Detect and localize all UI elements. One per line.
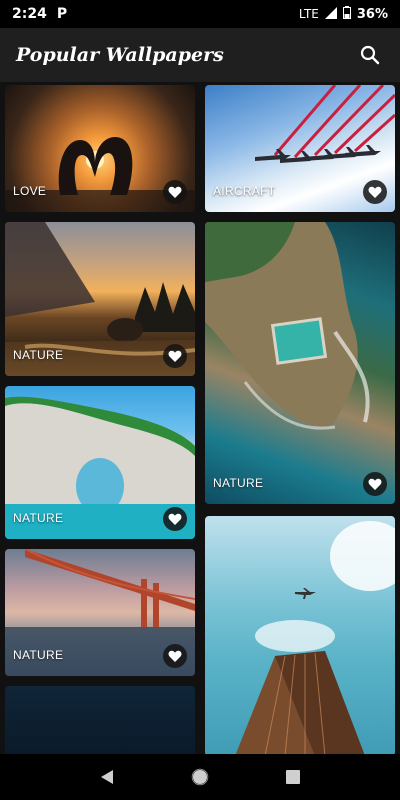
heart-icon bbox=[168, 513, 182, 525]
recents-button[interactable] bbox=[278, 762, 308, 792]
wallpaper-label: NATURE bbox=[213, 476, 264, 490]
status-bar: 2:24 P LTE 36% bbox=[0, 0, 400, 28]
wallpaper-label: NATURE bbox=[13, 511, 64, 525]
back-triangle-icon bbox=[100, 770, 113, 784]
status-right-group: LTE 36% bbox=[299, 6, 388, 22]
wallpaper-tile-dark[interactable] bbox=[5, 686, 195, 754]
heart-icon bbox=[168, 350, 182, 362]
wallpaper-label: LOVE bbox=[13, 184, 47, 198]
favorite-button[interactable] bbox=[163, 180, 187, 204]
signal-icon bbox=[324, 6, 337, 22]
favorite-button[interactable] bbox=[163, 344, 187, 368]
wallpaper-tile-nature-arch[interactable]: NATURE bbox=[5, 386, 195, 539]
heart-icon bbox=[368, 186, 382, 198]
building-image bbox=[235, 521, 395, 754]
wallpaper-tile-aircraft[interactable]: AIRCRAFT bbox=[205, 85, 395, 212]
nature-coast-image bbox=[205, 222, 370, 430]
search-button[interactable] bbox=[356, 41, 384, 69]
back-button[interactable] bbox=[92, 762, 122, 792]
page-title: Popular Wallpapers bbox=[16, 44, 224, 66]
favorite-button[interactable] bbox=[363, 472, 387, 496]
wallpaper-tile-nature-coast[interactable]: NATURE bbox=[205, 222, 395, 504]
wallpaper-label: NATURE bbox=[13, 648, 64, 662]
heart-icon bbox=[168, 186, 182, 198]
home-circle-icon bbox=[191, 768, 209, 786]
home-button[interactable] bbox=[185, 762, 215, 792]
wallpaper-tile-building[interactable] bbox=[205, 516, 395, 754]
status-time: 2:24 bbox=[12, 6, 47, 22]
battery-icon bbox=[342, 6, 351, 22]
favorite-button[interactable] bbox=[163, 644, 187, 668]
system-nav-bar bbox=[0, 754, 400, 800]
parking-app-icon: P bbox=[56, 6, 68, 22]
search-icon bbox=[360, 45, 380, 65]
favorite-button[interactable] bbox=[363, 180, 387, 204]
app-bar: Popular Wallpapers bbox=[0, 28, 400, 82]
wallpaper-grid: LOVE AIRCRAFT NATURE NATURE NATURE NATUR… bbox=[0, 82, 400, 754]
wallpaper-tile-love[interactable]: LOVE bbox=[5, 85, 195, 212]
heart-icon bbox=[368, 478, 382, 490]
wallpaper-label: AIRCRAFT bbox=[213, 184, 276, 198]
wallpaper-tile-nature-sunset[interactable]: NATURE bbox=[5, 222, 195, 376]
recents-square-icon bbox=[286, 770, 301, 784]
battery-percent: 36% bbox=[356, 6, 388, 22]
wallpaper-tile-nature-bridge[interactable]: NATURE bbox=[5, 549, 195, 676]
favorite-button[interactable] bbox=[163, 507, 187, 531]
heart-icon bbox=[168, 650, 182, 662]
wallpaper-label: NATURE bbox=[13, 348, 64, 362]
network-type: LTE bbox=[298, 7, 319, 21]
